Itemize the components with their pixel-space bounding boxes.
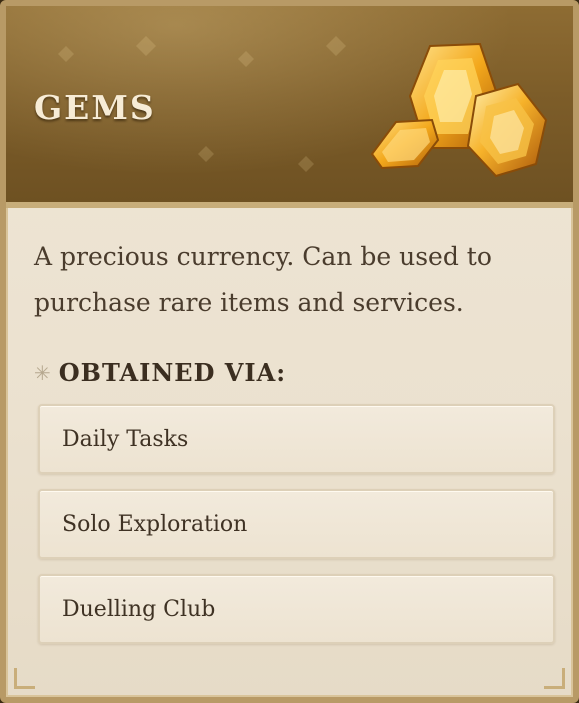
source-label: Daily Tasks [62, 426, 189, 452]
obtained-via-heading: ✳ OBTAINED VIA: [34, 358, 286, 387]
gems-icon [370, 42, 548, 178]
item-description: A precious currency. Can be used to purc… [34, 242, 492, 317]
source-label: Solo Exploration [62, 511, 248, 537]
source-solo-exploration[interactable]: Solo Exploration [38, 489, 555, 559]
small-gem [370, 118, 440, 170]
gem-info-card: GEMS A precious currency. Can be used to… [0, 0, 579, 703]
corner-ornament-right [544, 668, 565, 689]
corner-ornament-left [14, 668, 35, 689]
obtained-via-label: OBTAINED VIA: [58, 358, 287, 387]
source-label: Duelling Club [62, 596, 216, 622]
source-list: Daily Tasks Solo Exploration Duelling Cl… [38, 404, 555, 659]
star-icon: ✳ [34, 360, 51, 385]
source-duelling-club[interactable]: Duelling Club [38, 574, 555, 644]
item-title: GEMS [34, 88, 156, 127]
right-gem [466, 82, 548, 178]
source-daily-tasks[interactable]: Daily Tasks [38, 404, 555, 474]
card-header: GEMS [6, 6, 573, 208]
